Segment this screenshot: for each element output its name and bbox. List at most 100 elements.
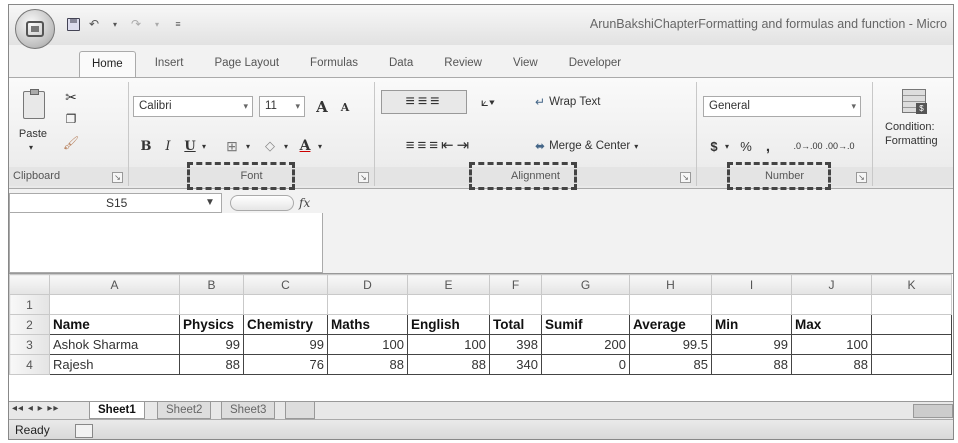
column-header[interactable]: J	[791, 274, 872, 295]
cell[interactable]: 99.5	[629, 334, 712, 355]
cell[interactable]: Total	[489, 314, 542, 335]
formula-input[interactable]	[9, 213, 323, 273]
font-dialog-launcher-icon[interactable]: ↘	[358, 172, 369, 183]
font-name-dropdown[interactable]: Calibri ▾	[133, 96, 253, 117]
cell[interactable]: 0	[541, 354, 630, 375]
cell[interactable]: 88	[791, 354, 872, 375]
cell[interactable]	[711, 294, 792, 315]
column-header[interactable]: E	[407, 274, 490, 295]
sheet-tab-1[interactable]: Sheet1	[89, 402, 145, 419]
cell[interactable]: Min	[711, 314, 792, 335]
cell[interactable]	[629, 294, 712, 315]
paste-label[interactable]: Paste	[15, 126, 51, 142]
cell[interactable]: Name	[49, 314, 180, 335]
cell[interactable]	[327, 294, 408, 315]
cell[interactable]	[243, 294, 328, 315]
cell[interactable]: English	[407, 314, 490, 335]
cell[interactable]: Rajesh	[49, 354, 180, 375]
insert-function-button[interactable]: fx	[299, 193, 310, 213]
sheet-navigation-buttons[interactable]: ◂◂ ◂ ▸ ▸▸	[12, 403, 59, 414]
increase-decimal-button[interactable]: .0→.00	[793, 136, 823, 156]
dropdown-arrow-icon[interactable]: ▾	[107, 16, 123, 32]
formula-bar-scroll-icon[interactable]	[230, 195, 294, 211]
underline-dropdown-icon[interactable]: ▾	[199, 140, 209, 152]
cell[interactable]: 99	[179, 334, 244, 355]
column-header[interactable]: I	[711, 274, 792, 295]
cell[interactable]: 100	[791, 334, 872, 355]
paste-dropdown-icon[interactable]: ▾	[25, 142, 37, 152]
tab-data[interactable]: Data	[377, 51, 425, 77]
conditional-formatting-icon[interactable]: $	[899, 86, 929, 116]
cell[interactable]: 76	[243, 354, 328, 375]
font-color-dropdown-icon[interactable]: ▾	[315, 140, 325, 152]
cell[interactable]	[871, 354, 952, 375]
percent-button[interactable]: %	[737, 136, 755, 156]
underline-button[interactable]: U	[181, 136, 199, 156]
redo-icon[interactable]: ↷	[128, 16, 144, 32]
cell[interactable]: 88	[711, 354, 792, 375]
conditional-formatting-label-line1[interactable]: Condition:	[875, 120, 953, 134]
cell[interactable]: 100	[407, 334, 490, 355]
merge-center-button[interactable]: ⬌ Merge & Center ▾	[535, 136, 675, 156]
column-header[interactable]: A	[49, 274, 180, 295]
paste-button[interactable]	[19, 88, 49, 122]
fill-color-icon[interactable]: ◇	[259, 136, 281, 156]
orientation-icon[interactable]: ⟀▾	[471, 90, 505, 114]
number-format-dropdown[interactable]: General ▾	[703, 96, 861, 117]
horizontal-align-buttons[interactable]: ≡≡≡⇤⇥	[379, 134, 499, 156]
select-all-corner[interactable]	[9, 274, 50, 295]
tab-formulas[interactable]: Formulas	[298, 51, 370, 77]
cell[interactable]: Maths	[327, 314, 408, 335]
font-size-dropdown[interactable]: 11 ▾	[259, 96, 305, 117]
cell[interactable]: 398	[489, 334, 542, 355]
row-header[interactable]: 1	[9, 294, 50, 315]
grow-font-button[interactable]: A	[311, 96, 333, 117]
cell[interactable]: 340	[489, 354, 542, 375]
tab-developer[interactable]: Developer	[557, 51, 633, 77]
cell[interactable]: 99	[711, 334, 792, 355]
row-header[interactable]: 3	[9, 334, 50, 355]
comma-button[interactable]: ,	[761, 136, 775, 156]
tab-page-layout[interactable]: Page Layout	[202, 51, 291, 77]
cell[interactable]: Average	[629, 314, 712, 335]
column-header[interactable]: B	[179, 274, 244, 295]
cell[interactable]: 88	[407, 354, 490, 375]
conditional-formatting-label-line2[interactable]: Formatting	[875, 134, 953, 148]
format-painter-icon[interactable]: 🖌	[63, 134, 80, 152]
cell[interactable]: 88	[179, 354, 244, 375]
cell[interactable]	[541, 294, 630, 315]
row-header[interactable]: 4	[9, 354, 50, 375]
row-header[interactable]: 2	[9, 314, 50, 335]
cell[interactable]	[407, 294, 490, 315]
tab-insert[interactable]: Insert	[143, 51, 196, 77]
number-dialog-launcher-icon[interactable]: ↘	[856, 172, 867, 183]
italic-button[interactable]: I	[159, 136, 177, 156]
bold-button[interactable]: B	[137, 136, 155, 156]
cell[interactable]: Ashok Sharma	[49, 334, 180, 355]
sheet-tab-3[interactable]: Sheet3	[221, 402, 276, 419]
cut-icon[interactable]: ✂	[63, 88, 79, 106]
cell[interactable]: Chemistry	[243, 314, 328, 335]
column-header[interactable]: C	[243, 274, 328, 295]
save-icon[interactable]	[65, 16, 81, 32]
insert-sheet-icon[interactable]	[285, 402, 315, 419]
name-box[interactable]: S15	[9, 193, 222, 213]
cell[interactable]	[871, 294, 952, 315]
tab-view[interactable]: View	[501, 51, 550, 77]
cell[interactable]: Max	[791, 314, 872, 335]
office-button[interactable]	[15, 9, 55, 49]
copy-icon[interactable]: ❐	[63, 110, 79, 128]
alignment-dialog-launcher-icon[interactable]: ↘	[680, 172, 691, 183]
column-header[interactable]: G	[541, 274, 630, 295]
cell[interactable]	[871, 334, 952, 355]
tab-review[interactable]: Review	[432, 51, 494, 77]
cell[interactable]	[871, 314, 952, 335]
borders-icon[interactable]: ⊞	[221, 136, 243, 156]
font-color-button[interactable]: A	[295, 136, 315, 156]
sheet-tab-2[interactable]: Sheet2	[157, 402, 212, 419]
wrap-text-button[interactable]: ↵ Wrap Text	[535, 92, 635, 112]
macro-record-icon[interactable]	[75, 424, 93, 438]
cell[interactable]: Sumif	[541, 314, 630, 335]
cell[interactable]: Physics	[179, 314, 244, 335]
column-header[interactable]: D	[327, 274, 408, 295]
